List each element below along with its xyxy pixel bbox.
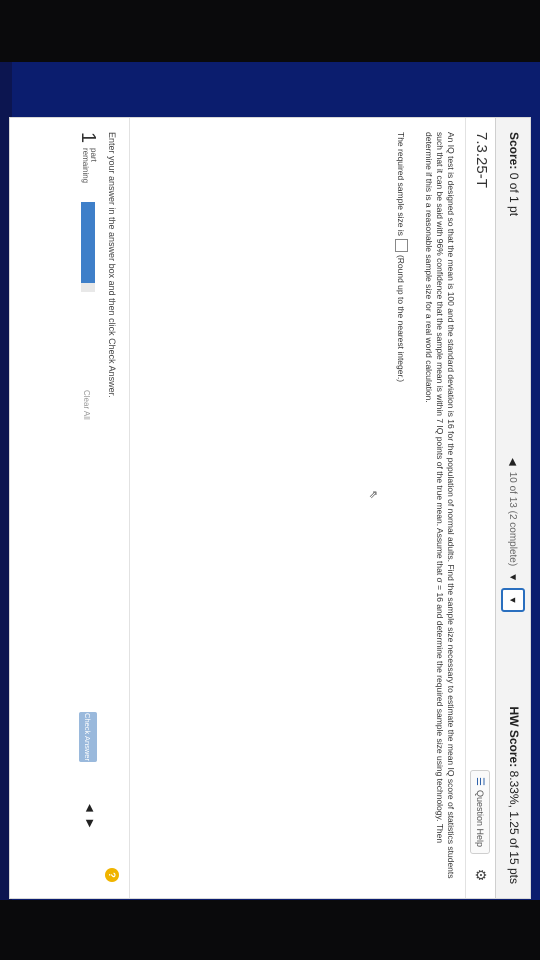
homework-screen: Score: 0 of 1 pt ◀ 10 of 13 (2 complete)… xyxy=(9,118,530,898)
parts-remaining-count: 1 xyxy=(77,132,99,144)
monitor-bezel-top xyxy=(0,0,540,62)
question-id: 7.3.25-T xyxy=(473,132,490,188)
prev-question-icon[interactable]: ◀ xyxy=(508,458,519,466)
score: Score: 0 of 1 pt xyxy=(507,132,521,216)
parts-progress-fill xyxy=(81,202,95,283)
parts-label-line1: part xyxy=(89,148,98,162)
parts-remaining-label: part remaining xyxy=(81,148,98,184)
question-navigation: ◀ 10 of 13 (2 complete) ▼ ▼ xyxy=(501,458,525,613)
parts-progress-bar xyxy=(81,202,95,292)
score-bar: Score: 0 of 1 pt ◀ 10 of 13 (2 complete)… xyxy=(495,118,530,898)
answer-input[interactable] xyxy=(395,238,408,252)
problem-text: An IQ test is designed so that the mean … xyxy=(424,132,456,879)
question-help-label: Question Help xyxy=(475,789,485,847)
chevron-down-icon: ▼ xyxy=(508,595,518,605)
help-icon[interactable]: ? xyxy=(105,868,119,882)
hw-score: HW Score: 8.33%, 1.25 of 15 pts xyxy=(507,707,521,884)
clear-all-button[interactable]: Clear All xyxy=(82,390,91,420)
next-question-button[interactable]: ▼ xyxy=(501,588,525,613)
check-answer-button[interactable]: Check Answer xyxy=(79,712,97,762)
instruction-text: Enter your answer in the answer box and … xyxy=(107,132,117,398)
monitor-bezel-bottom xyxy=(0,900,540,960)
hw-score-value: 8.33%, 1.25 of 15 pts xyxy=(507,770,521,884)
parts-label-line2: remaining xyxy=(81,148,90,184)
question-progress: 10 of 13 (2 complete) xyxy=(507,471,519,567)
hw-score-label: HW Score: xyxy=(507,706,521,768)
question-header: 7.3.25-T ☰ Question Help ⚙ xyxy=(465,118,496,898)
answer-footer: Enter your answer in the answer box and … xyxy=(9,118,130,898)
question-dropdown-icon[interactable]: ▼ xyxy=(508,572,519,582)
gear-icon[interactable]: ⚙ xyxy=(472,866,490,884)
answer-line: The required sample size is (Round up to… xyxy=(395,132,408,382)
answer-prefix: The required sample size is xyxy=(396,132,407,236)
list-icon: ☰ xyxy=(474,776,486,786)
question-help-button[interactable]: ☰ Question Help xyxy=(470,769,490,854)
answer-suffix: (Round up to the nearest integer.) xyxy=(396,254,407,383)
score-value: 0 of 1 pt xyxy=(507,172,521,217)
prev-arrow-icon[interactable]: ◀ xyxy=(84,804,95,812)
next-arrow-icon[interactable]: ▶ xyxy=(84,820,95,828)
footer-navigation: ◀ ▶ xyxy=(84,804,95,827)
score-label: Score: xyxy=(507,132,521,170)
mouse-pointer-icon: ⇖ xyxy=(367,490,379,500)
